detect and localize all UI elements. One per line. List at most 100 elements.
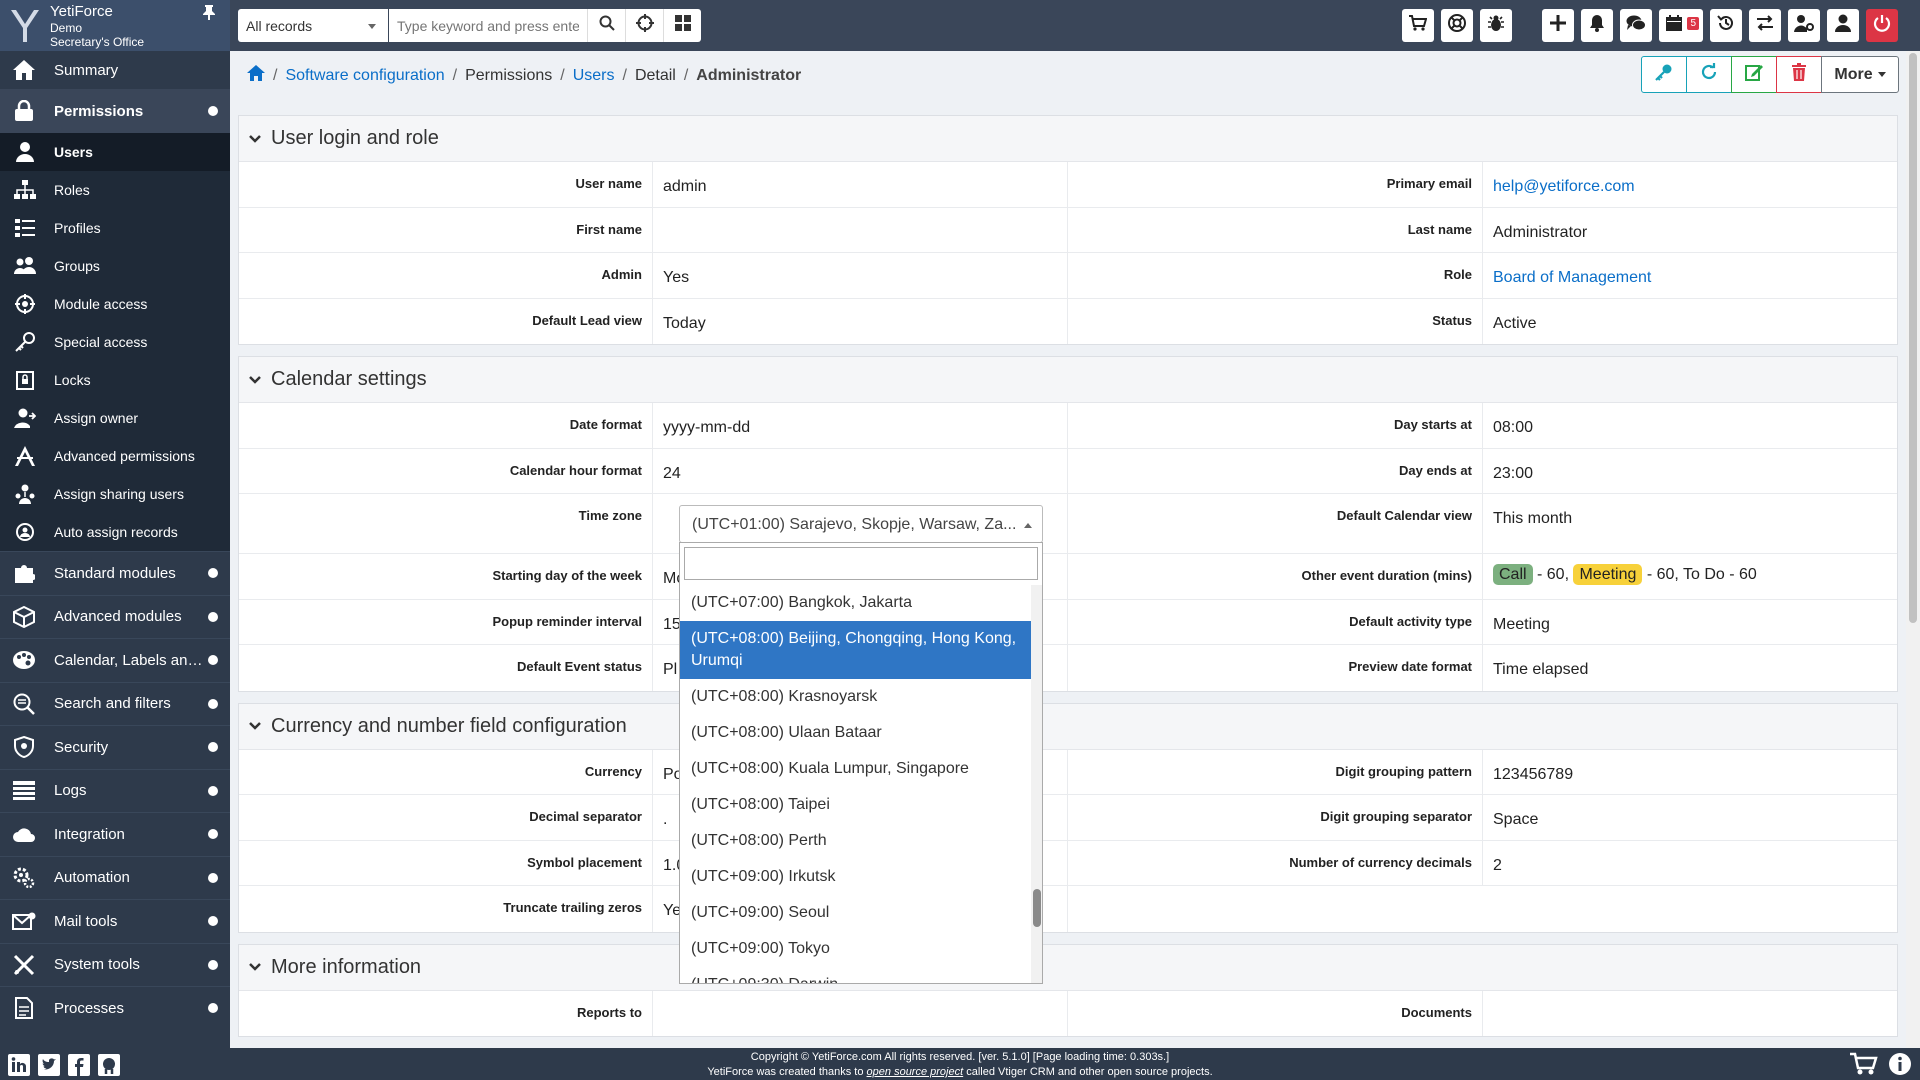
sidebar-item-security[interactable]: Security: [0, 725, 230, 769]
sidebar-item-assign-sharing-users[interactable]: Assign sharing users: [0, 475, 230, 513]
expand-icon[interactable]: [208, 829, 218, 840]
sidebar-item-search-filters[interactable]: Search and filters: [0, 681, 230, 726]
sidebar-item-logs[interactable]: Logs: [0, 768, 230, 813]
reminders-button[interactable]: 5: [1659, 9, 1703, 42]
block-header[interactable]: More information: [239, 944, 1897, 991]
chat-button[interactable]: [1620, 9, 1652, 42]
sidebar-item-system-tools[interactable]: System tools: [0, 942, 230, 987]
scrollbar-thumb[interactable]: [1033, 889, 1041, 927]
detail-row: Default Event status Pl Preview date for…: [239, 645, 1897, 691]
sidebar-item-summary[interactable]: Summary: [0, 51, 230, 89]
scrollbar-thumb[interactable]: [1909, 53, 1917, 623]
sidebar-item-label: Roles: [54, 182, 90, 198]
expand-icon[interactable]: [208, 916, 218, 927]
delete-button[interactable]: [1776, 56, 1822, 93]
user-profile-button[interactable]: [1827, 9, 1859, 42]
timezone-option[interactable]: (UTC+09:30) Darwin: [680, 967, 1031, 983]
expand-icon[interactable]: [208, 611, 218, 622]
report-bug-button[interactable]: [1480, 9, 1512, 42]
logout-button[interactable]: [1866, 9, 1898, 42]
email-link[interactable]: help@yetiforce.com: [1483, 162, 1897, 207]
sidebar-group-permissions[interactable]: Permissions: [0, 89, 230, 133]
block-header[interactable]: Calendar settings: [239, 357, 1897, 403]
sidebar-item-processes[interactable]: Processes: [0, 986, 230, 1030]
user-icon: [1835, 14, 1851, 37]
more-actions-button[interactable]: More: [1821, 56, 1899, 93]
collapse-icon[interactable]: [208, 106, 218, 116]
advanced-search-button[interactable]: [625, 9, 663, 42]
github-icon[interactable]: [98, 1054, 120, 1076]
pin-icon[interactable]: [202, 4, 218, 20]
sidebar-item-standard-modules[interactable]: Standard modules: [0, 551, 230, 595]
role-link[interactable]: Board of Management: [1483, 253, 1897, 298]
timezone-option[interactable]: (UTC+08:00) Perth: [680, 823, 1031, 859]
linkedin-icon[interactable]: [8, 1054, 30, 1076]
expand-icon[interactable]: [208, 742, 218, 753]
block-header[interactable]: User login and role: [239, 116, 1897, 162]
edit-button[interactable]: [1731, 56, 1777, 93]
cart-icon[interactable]: [1850, 1052, 1878, 1079]
expand-icon[interactable]: [208, 785, 218, 796]
notifications-button[interactable]: [1581, 9, 1613, 42]
timezone-search-input[interactable]: [684, 547, 1038, 580]
sidebar-item-locks[interactable]: Locks: [0, 361, 230, 399]
records-filter-select[interactable]: All records: [238, 9, 388, 42]
sidebar-item-auto-assign-records[interactable]: Auto assign records: [0, 513, 230, 551]
expand-icon[interactable]: [208, 568, 218, 579]
expand-icon[interactable]: [208, 1003, 218, 1014]
timezone-option[interactable]: (UTC+08:00) Krasnoyarsk: [680, 679, 1031, 715]
timezone-option[interactable]: (UTC+09:00) Irkutsk: [680, 859, 1031, 895]
timezone-option[interactable]: (UTC+08:00) Kuala Lumpur, Singapore: [680, 751, 1031, 787]
expand-icon[interactable]: [208, 655, 218, 666]
breadcrumb-users[interactable]: Users: [573, 67, 615, 85]
block-title: User login and role: [271, 127, 439, 149]
open-source-link[interactable]: open source project: [867, 1066, 964, 1078]
info-icon[interactable]: [1888, 1052, 1912, 1079]
sidebar-item-advanced-permissions[interactable]: Advanced permissions: [0, 437, 230, 475]
sidebar-item-groups[interactable]: Groups: [0, 247, 230, 285]
help-button[interactable]: [1441, 9, 1473, 42]
timezone-option[interactable]: (UTC+08:00) Taipei: [680, 787, 1031, 823]
expand-icon[interactable]: [208, 959, 218, 970]
sidebar-item-users[interactable]: Users: [0, 133, 230, 171]
timezone-scrollbar[interactable]: [1031, 585, 1042, 983]
sidebar-item-integration[interactable]: Integration: [0, 812, 230, 856]
expand-icon[interactable]: [208, 872, 218, 883]
timezone-option[interactable]: (UTC+09:00) Seoul: [680, 895, 1031, 931]
sidebar-item-automation[interactable]: Automation: [0, 855, 230, 900]
home-icon[interactable]: [247, 65, 265, 86]
timezone-option[interactable]: (UTC+09:00) Tokyo: [680, 931, 1031, 967]
copyright-text: Copyright © YetiForce.com All rights res…: [750, 1051, 1170, 1063]
user-settings-button[interactable]: [1788, 9, 1820, 42]
quick-create-button[interactable]: [1542, 9, 1574, 42]
cart-button[interactable]: [1402, 9, 1434, 42]
expand-icon[interactable]: [208, 698, 218, 709]
timezone-option[interactable]: (UTC+07:00) Bangkok, Jakarta: [680, 585, 1031, 621]
change-password-button[interactable]: [1641, 56, 1687, 93]
global-search-input[interactable]: [389, 9, 587, 42]
twitter-icon[interactable]: [38, 1054, 60, 1076]
detail-row: Date format yyyy-mm-dd Day starts at 08:…: [239, 403, 1897, 449]
refresh-button[interactable]: [1686, 56, 1732, 93]
switch-button[interactable]: [1749, 9, 1781, 42]
sidebar-item-advanced-modules[interactable]: Advanced modules: [0, 594, 230, 639]
timezone-option-highlighted[interactable]: (UTC+08:00) Beijing, Chongqing, Hong Kon…: [680, 621, 1031, 679]
search-button[interactable]: [587, 9, 625, 42]
breadcrumb-software-configuration[interactable]: Software configuration: [285, 67, 444, 85]
sidebar-item-assign-owner[interactable]: Assign owner: [0, 399, 230, 437]
sidebar-item-profiles[interactable]: Profiles: [0, 209, 230, 247]
search-grid-button[interactable]: [663, 9, 701, 42]
sidebar-item-mail-tools[interactable]: Mail tools: [0, 899, 230, 943]
sidebar-item-module-access[interactable]: Module access: [0, 285, 230, 323]
sidebar-item-special-access[interactable]: Special access: [0, 323, 230, 361]
sidebar-item-calendar-labels[interactable]: Calendar, Labels and colors: [0, 638, 230, 682]
field-value: 24: [653, 448, 1068, 493]
trash-icon: [1792, 63, 1806, 86]
facebook-icon[interactable]: [68, 1054, 90, 1076]
sidebar-item-roles[interactable]: Roles: [0, 171, 230, 209]
timezone-option[interactable]: (UTC+08:00) Ulaan Bataar: [680, 715, 1031, 751]
block-header[interactable]: Currency and number field configuration: [239, 703, 1897, 750]
history-button[interactable]: [1710, 9, 1742, 42]
timezone-select[interactable]: (UTC+01:00) Sarajevo, Skopje, Warsaw, Za…: [679, 505, 1043, 543]
page-scrollbar[interactable]: [1906, 51, 1920, 1048]
